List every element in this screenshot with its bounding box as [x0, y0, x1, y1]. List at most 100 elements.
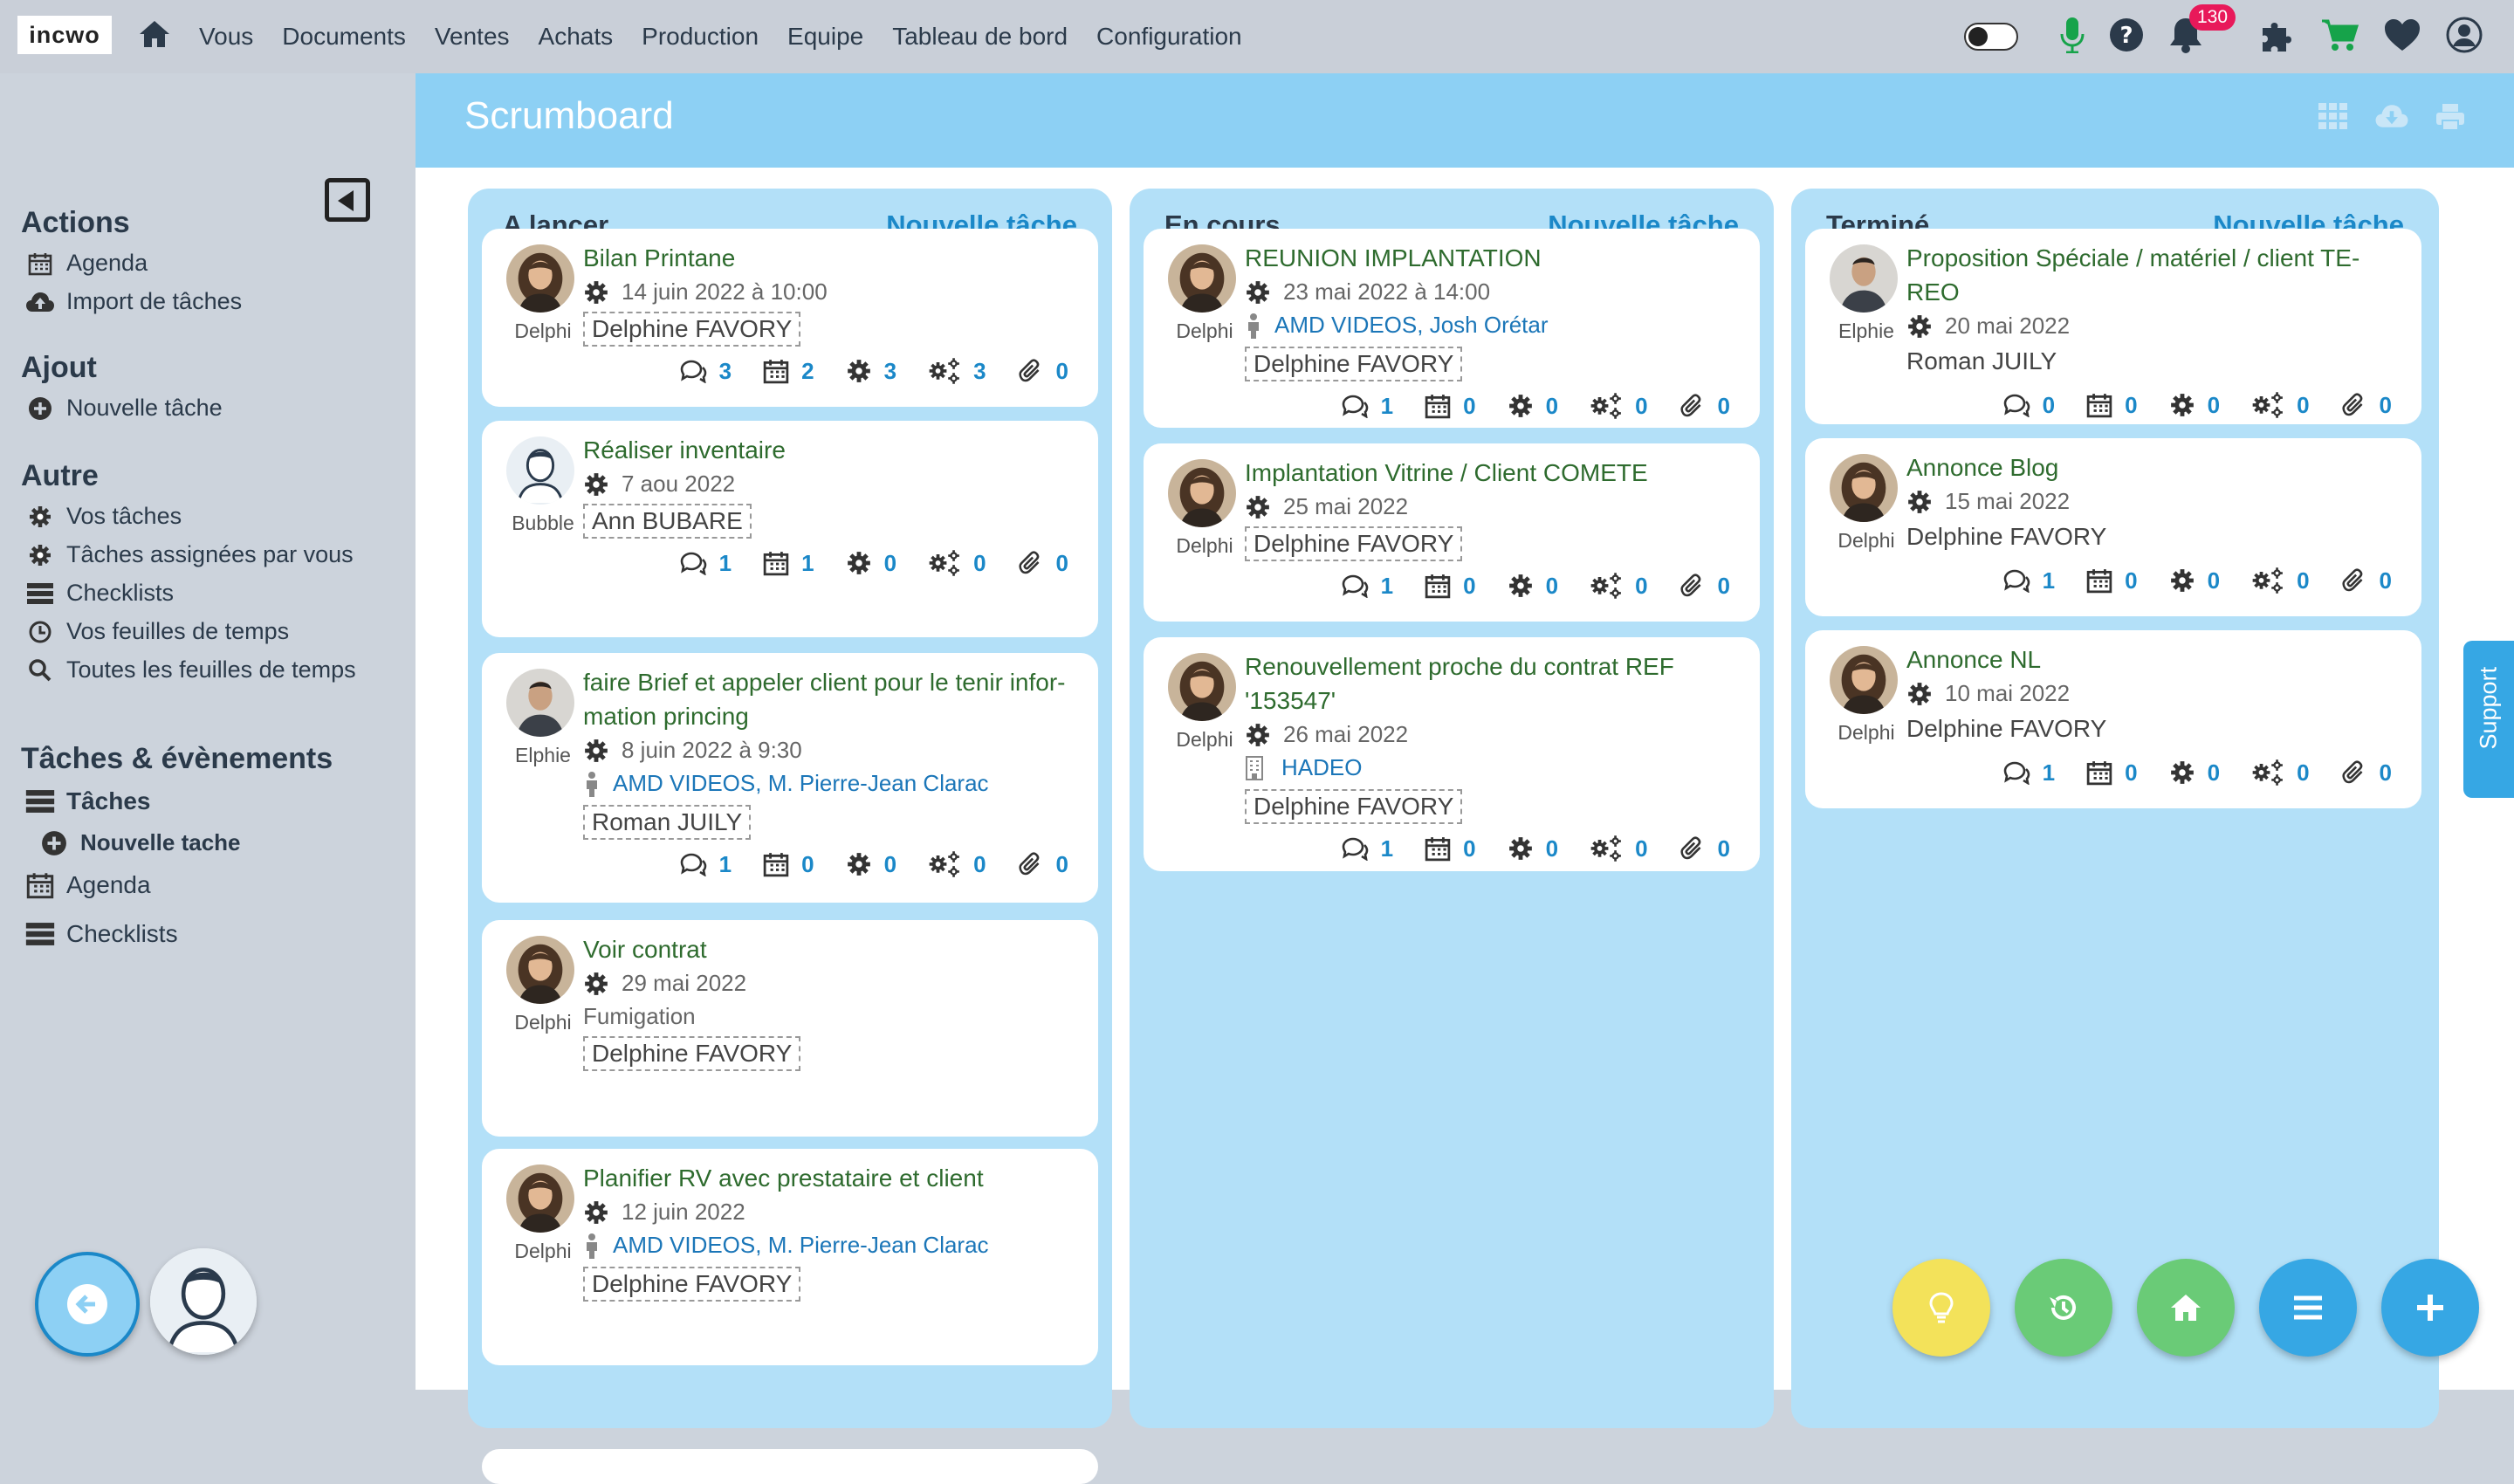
- gears-icon[interactable]: [2251, 391, 2284, 419]
- calendar-icon[interactable]: [2086, 759, 2112, 786]
- paperclip-icon[interactable]: [1679, 835, 1706, 862]
- chat-icon[interactable]: [679, 551, 707, 575]
- menu-button[interactable]: [2259, 1259, 2357, 1357]
- paperclip-icon[interactable]: [2341, 567, 2367, 594]
- gear-icon[interactable]: [1508, 573, 1534, 599]
- microphone-icon[interactable]: [2060, 17, 2085, 58]
- task-title[interactable]: Planifier RV avec prestataire et client: [583, 1161, 1081, 1195]
- sidebar-item-vos-taches[interactable]: Vos tâches: [24, 503, 182, 530]
- task-card[interactable]: Delphi Annonce Blog 15 mai 2022 Delphine FA…: [1805, 438, 2421, 616]
- gear-icon[interactable]: [846, 358, 872, 384]
- gear-icon[interactable]: [1508, 835, 1534, 862]
- task-assignee[interactable]: Ann BUBARE: [583, 504, 752, 539]
- sidebar-item-nouvelle-tache-2[interactable]: Nouvelle tache: [38, 829, 241, 856]
- sidebar-item-nouvelle-tache[interactable]: Nouvelle tâche: [24, 395, 223, 422]
- task-card[interactable]: Elphie faire Brief et appeler client pour…: [482, 653, 1098, 903]
- paperclip-icon[interactable]: [2341, 392, 2367, 418]
- task-contact[interactable]: AMD VIDEOS, Josh Orétar: [1245, 312, 1549, 339]
- task-title[interactable]: faire Brief et appeler client pour le te…: [583, 665, 1081, 733]
- support-tab[interactable]: Support: [2463, 641, 2514, 798]
- task-assignee[interactable]: Delphine FAVORY: [1906, 713, 2106, 745]
- task-card[interactable]: Delphi Implantation Vitrine / Client COME…: [1144, 443, 1760, 622]
- task-assignee[interactable]: Delphine FAVORY: [583, 1036, 801, 1071]
- gears-icon[interactable]: [928, 549, 961, 577]
- calendar-icon[interactable]: [1425, 393, 1451, 419]
- cart-icon[interactable]: [2320, 17, 2359, 57]
- nav-documents[interactable]: Documents: [282, 23, 406, 51]
- chat-icon[interactable]: [679, 852, 707, 876]
- task-assignee[interactable]: Delphine FAVORY: [583, 312, 801, 347]
- task-card[interactable]: Delphi REUNION IMPLANTATION 23 mai 2022 à …: [1144, 229, 1760, 428]
- chat-icon[interactable]: [2002, 760, 2030, 785]
- gears-icon[interactable]: [928, 357, 961, 385]
- task-title[interactable]: Bilan Printane: [583, 241, 1081, 275]
- task-assignee[interactable]: Delphine FAVORY: [1245, 526, 1463, 561]
- paperclip-icon[interactable]: [2341, 759, 2367, 786]
- sidebar-item-checklists-2[interactable]: Checklists: [24, 920, 178, 948]
- task-title[interactable]: Renouvellement proche du contrat REF '153…: [1245, 649, 1742, 718]
- sidebar-item-agenda[interactable]: Agenda: [24, 250, 148, 277]
- gears-icon[interactable]: [1590, 835, 1623, 862]
- user-avatar-button[interactable]: [150, 1248, 257, 1355]
- paperclip-icon[interactable]: [1679, 573, 1706, 599]
- gears-icon[interactable]: [2251, 759, 2284, 787]
- calendar-icon[interactable]: [763, 851, 789, 877]
- chat-icon[interactable]: [679, 359, 707, 383]
- task-assignee[interactable]: Delphine FAVORY: [1245, 789, 1463, 824]
- nav-equipe[interactable]: Equipe: [787, 23, 863, 51]
- gear-icon[interactable]: [2169, 759, 2195, 786]
- sidebar-item-vos-feuilles[interactable]: Vos feuilles de temps: [24, 618, 289, 645]
- sidebar-item-agenda-2[interactable]: Agenda: [24, 871, 151, 899]
- task-card-partial[interactable]: [482, 1449, 1098, 1484]
- sidebar-item-checklists[interactable]: Checklists: [24, 580, 174, 607]
- paperclip-icon[interactable]: [1018, 851, 1044, 877]
- calendar-icon[interactable]: [763, 550, 789, 576]
- task-assignee[interactable]: Delphine FAVORY: [583, 1267, 801, 1302]
- ideas-button[interactable]: [1892, 1259, 1990, 1357]
- task-card[interactable]: Delphi Planifier RV avec prestataire et c…: [482, 1149, 1098, 1365]
- gears-icon[interactable]: [1590, 392, 1623, 420]
- task-card[interactable]: Elphie Proposition Spéciale / matériel / …: [1805, 229, 2421, 424]
- task-company[interactable]: HADEO: [1245, 754, 1362, 781]
- chat-icon[interactable]: [1341, 836, 1369, 861]
- sidebar-item-import[interactable]: Import de tâches: [24, 288, 242, 315]
- task-card[interactable]: Delphi Renouvellement proche du contrat R…: [1144, 637, 1760, 871]
- task-assignee[interactable]: Roman JUILY: [1906, 346, 2057, 377]
- paperclip-icon[interactable]: [1679, 393, 1706, 419]
- gears-icon[interactable]: [928, 850, 961, 878]
- heart-icon[interactable]: [2383, 17, 2421, 57]
- nav-production[interactable]: Production: [642, 23, 759, 51]
- collapse-sidebar-icon[interactable]: [325, 178, 370, 222]
- bell-icon[interactable]: 130: [2168, 3, 2236, 58]
- task-card[interactable]: Delphi Annonce NL 10 mai 2022 Delphine FAVO…: [1805, 630, 2421, 808]
- gear-icon[interactable]: [846, 550, 872, 576]
- nav-achats[interactable]: Achats: [539, 23, 614, 51]
- gear-icon[interactable]: [2169, 567, 2195, 594]
- task-title[interactable]: Voir contrat: [583, 932, 1081, 966]
- task-title[interactable]: Annonce NL: [1906, 642, 2404, 677]
- sidebar-item-toutes-feuilles[interactable]: Toutes les feuilles de temps: [24, 656, 356, 684]
- chat-icon[interactable]: [2002, 393, 2030, 417]
- gear-icon[interactable]: [2169, 392, 2195, 418]
- chat-icon[interactable]: [2002, 568, 2030, 593]
- task-contact[interactable]: AMD VIDEOS, M. Pierre-Jean Clarac: [583, 1232, 989, 1259]
- chat-icon[interactable]: [1341, 574, 1369, 598]
- task-title[interactable]: Réaliser inventaire: [583, 433, 1081, 467]
- paperclip-icon[interactable]: [1018, 550, 1044, 576]
- app-logo[interactable]: incwo: [17, 16, 112, 54]
- task-title[interactable]: Annonce Blog: [1906, 450, 2404, 484]
- cloud-download-icon[interactable]: [2374, 103, 2409, 129]
- gears-icon[interactable]: [2251, 567, 2284, 594]
- nav-configuration[interactable]: Configuration: [1096, 23, 1242, 51]
- gear-icon[interactable]: [1508, 393, 1534, 419]
- history-button[interactable]: [2015, 1259, 2112, 1357]
- help-icon[interactable]: ?: [2109, 17, 2144, 57]
- task-title[interactable]: Implantation Vitrine / Client COMETE: [1245, 456, 1742, 490]
- grid-icon[interactable]: [2318, 103, 2348, 129]
- calendar-icon[interactable]: [763, 358, 789, 384]
- paperclip-icon[interactable]: [1018, 358, 1044, 384]
- gear-icon[interactable]: [846, 851, 872, 877]
- home-icon[interactable]: [138, 17, 171, 55]
- task-card[interactable]: Delphi Voir contrat 29 mai 2022 Fumigation D…: [482, 920, 1098, 1137]
- calendar-icon[interactable]: [2086, 392, 2112, 418]
